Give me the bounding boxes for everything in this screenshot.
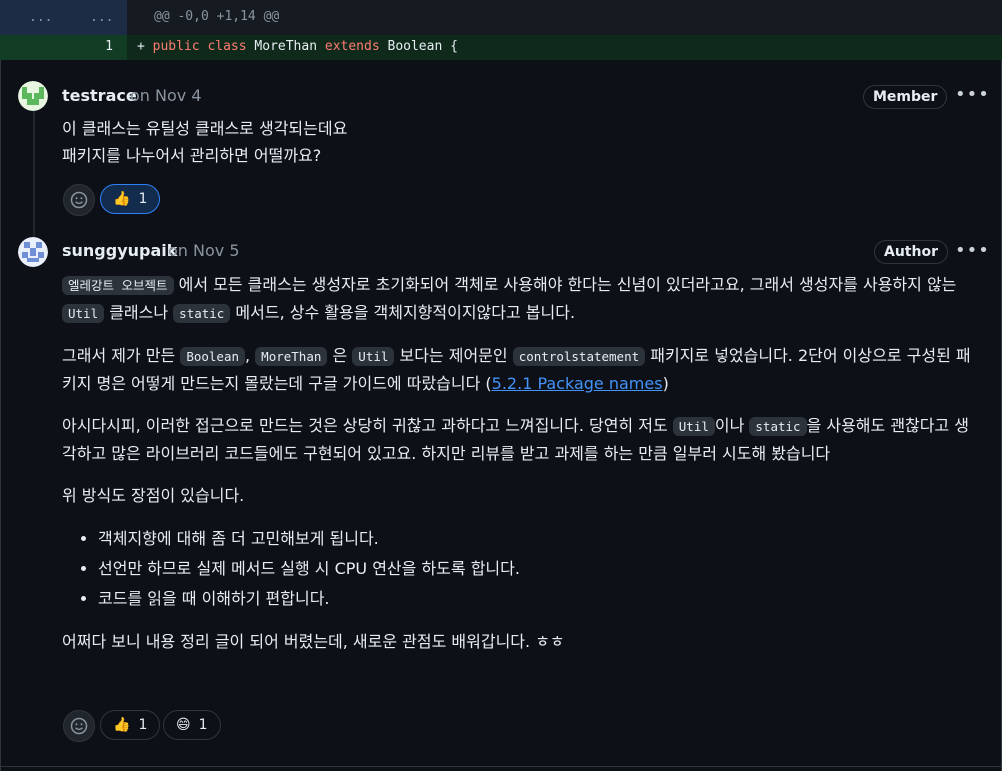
laugh-icon: 😄 <box>176 717 191 733</box>
comment-line: 이 클래스는 유틸성 클래스로 생각되는데요 <box>62 119 348 138</box>
member-badge: Member <box>863 85 948 109</box>
text: 에서 모든 클래스는 생성자로 초기화되어 객체로 사용해야 한다는 신념이 있… <box>173 275 957 294</box>
code-line: + public class MoreThan extends Boolean … <box>137 39 458 54</box>
comment-body: 엘레강트 오브젝트 에서 모든 클래스는 생성자로 초기화되어 객체로 사용해야… <box>62 271 977 670</box>
paragraph: 엘레강트 오브젝트 에서 모든 클래스는 생성자로 초기화되어 객체로 사용해야… <box>62 271 977 327</box>
add-reaction-button[interactable] <box>63 184 95 216</box>
paragraph: 어쩌다 보니 내용 정리 글이 되어 버렸는데, 새로운 관점도 배워갑니다. … <box>62 632 565 651</box>
list-item: 객체지향에 대해 좀 더 고민해보게 됩니다. <box>98 524 977 554</box>
reaction-count: 1 <box>198 717 208 733</box>
text: 보다는 제어문인 <box>394 346 513 365</box>
identicon-blue-icon <box>18 237 48 267</box>
code-brace: { <box>450 39 458 54</box>
comment-author[interactable]: testrace <box>62 86 137 105</box>
code-keyword: public <box>152 39 200 54</box>
thumbs-up-icon: 👍 <box>113 717 131 733</box>
avatar[interactable] <box>18 81 48 111</box>
reaction-laugh[interactable]: 😄 1 <box>163 710 221 740</box>
package-names-link[interactable]: 5.2.1 Package names <box>492 374 663 393</box>
review-thread: testrace on Nov 4 Member ••• 이 클래스는 유틸성 … <box>0 60 1002 771</box>
text: 그래서 제가 만든 <box>62 346 181 365</box>
identicon-green-icon <box>18 81 48 111</box>
inline-code: Boolean <box>180 347 245 366</box>
expand-dots-left[interactable]: ... <box>29 10 52 25</box>
text: 은 <box>327 346 353 365</box>
hunk-row: ... ... @@ -0,0 +1,14 @@ <box>0 0 1002 35</box>
expand-dots-right[interactable]: ... <box>90 10 113 25</box>
author-badge: Author <box>874 240 948 264</box>
text: 이나 <box>714 416 750 435</box>
text: ) <box>662 374 669 393</box>
thumbs-up-icon: 👍 <box>113 191 131 207</box>
comment-body: 이 클래스는 유틸성 클래스로 생각되는데요 패키지를 나누어서 관리하면 어떨… <box>62 115 977 169</box>
inline-code: 엘레강트 오브젝트 <box>62 276 174 295</box>
paragraph: 그래서 제가 만든 Boolean, MoreThan 은 Util 보다는 제… <box>62 342 977 397</box>
comment-line: 패키지를 나누어서 관리하면 어떨까요? <box>62 146 322 165</box>
bullet-list: 객체지향에 대해 좀 더 고민해보게 됩니다. 선언만 하므로 실제 메서드 실… <box>62 524 977 614</box>
comment-timestamp[interactable]: on Nov 4 <box>130 86 202 105</box>
list-item: 선언만 하므로 실제 메서드 실행 시 CPU 연산을 하도록 합니다. <box>98 554 977 584</box>
line-number-gutter[interactable]: 1 <box>0 35 127 60</box>
text: , <box>245 346 256 365</box>
paragraph: 아시다시피, 이러한 접근으로 만드는 것은 상당히 귀찮고 과하다고 느껴집니… <box>62 412 977 467</box>
inline-code: MoreThan <box>255 347 328 366</box>
code-class-name: MoreThan <box>254 39 318 54</box>
code-parent-class: Boolean <box>387 39 443 54</box>
reaction-count: 1 <box>138 717 148 733</box>
diff-prefix: + <box>137 39 145 54</box>
avatar[interactable] <box>18 237 48 267</box>
text: 아시다시피, 이러한 접근으로 만드는 것은 상당히 귀찮고 과하다고 느껴집니… <box>62 416 673 435</box>
line-number[interactable]: 1 <box>105 39 113 54</box>
smiley-icon <box>70 717 88 735</box>
thread-divider <box>1 766 1001 767</box>
smiley-icon <box>70 191 88 209</box>
added-line: 1 + public class MoreThan extends Boolea… <box>0 35 1002 60</box>
code-keyword: class <box>207 39 247 54</box>
code-keyword: extends <box>324 39 380 54</box>
reaction-thumbs-up[interactable]: 👍 1 <box>100 710 161 740</box>
comment-author[interactable]: sunggyupaik <box>62 241 177 260</box>
add-reaction-button[interactable] <box>63 710 95 742</box>
more-options-icon[interactable]: ••• <box>955 84 990 105</box>
inline-code: controlstatement <box>512 347 646 366</box>
reaction-thumbs-up[interactable]: 👍 1 <box>100 184 161 214</box>
reaction-count: 1 <box>138 191 148 207</box>
inline-code: Util <box>62 304 105 323</box>
inline-code: static <box>749 417 807 436</box>
inline-code: Util <box>352 347 395 366</box>
hunk-expand-gutter[interactable]: ... ... <box>0 0 127 35</box>
inline-code: static <box>173 304 231 323</box>
paragraph: 위 방식도 장점이 있습니다. <box>62 486 245 505</box>
list-item: 코드를 읽을 때 이해하기 편합니다. <box>98 584 977 614</box>
more-options-icon[interactable]: ••• <box>955 240 990 261</box>
comment-timestamp[interactable]: on Nov 5 <box>168 241 240 260</box>
text: 메서드, 상수 활용을 객체지향적이지않다고 봅니다. <box>230 303 576 322</box>
diff-context: ... ... @@ -0,0 +1,14 @@ 1 + public clas… <box>0 0 1002 60</box>
hunk-header: @@ -0,0 +1,14 @@ <box>154 9 280 24</box>
inline-code: Util <box>672 417 715 436</box>
text: 클래스나 <box>104 303 174 322</box>
